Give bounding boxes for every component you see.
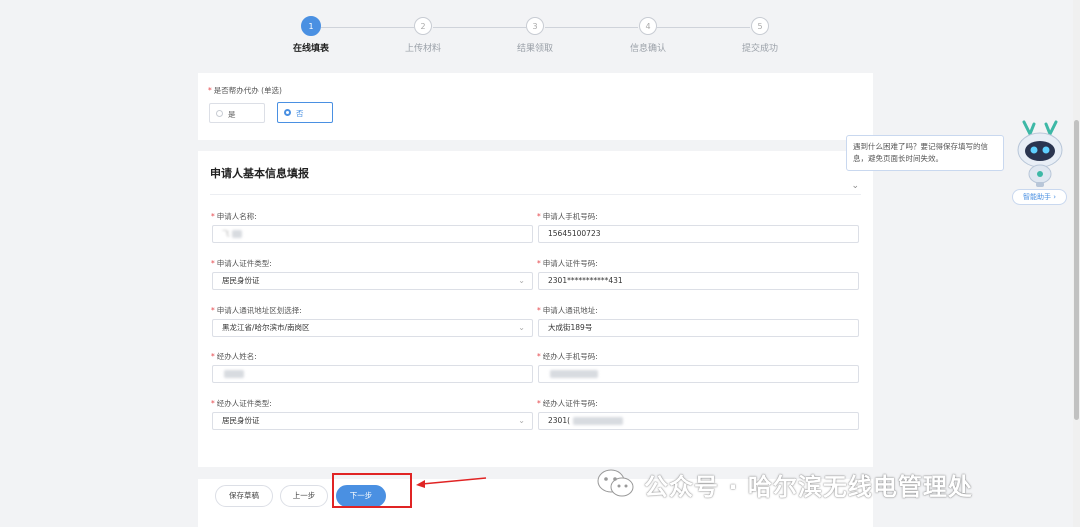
step-number: 4 bbox=[639, 17, 657, 35]
step-1: 1 在线填表 bbox=[266, 16, 356, 54]
step-3: 3 结果领取 bbox=[490, 17, 580, 54]
field-label: * 经办人证件号码: bbox=[537, 399, 598, 408]
step-label: 信息确认 bbox=[629, 44, 666, 54]
field-label: * 申请人名称: bbox=[211, 212, 257, 221]
applicant-info-card: 申请人基本信息填报 ⌄ * 申请人名称: 飞 * 申请人手机号码: 15645100… bbox=[198, 151, 873, 467]
step-number: 3 bbox=[526, 17, 544, 35]
chevron-down-icon[interactable]: ⌄ bbox=[851, 181, 859, 191]
applicant-phone-input[interactable]: 15645100723 bbox=[538, 225, 859, 243]
agent-name-input[interactable] bbox=[212, 365, 533, 383]
step-number: 5 bbox=[751, 17, 769, 35]
applicant-id-number-input[interactable]: 2301***********431 bbox=[538, 272, 859, 290]
step-5: 5 提交成功 bbox=[715, 17, 805, 54]
applicant-region-select[interactable]: 黑龙江省/哈尔滨市/南岗区 ⌄ bbox=[212, 319, 533, 337]
agent-phone-input[interactable] bbox=[538, 365, 859, 383]
step-number: 1 bbox=[301, 16, 321, 36]
watermark-text: 公众号 · 哈尔滨无线电管理处 bbox=[644, 472, 973, 501]
save-draft-button[interactable]: 保存草稿 bbox=[215, 485, 273, 507]
wechat-icon bbox=[597, 469, 634, 497]
step-label: 在线填表 bbox=[292, 44, 329, 54]
field-label: * 申请人通讯地址区划选择: bbox=[211, 306, 302, 315]
field-label: * 经办人手机号码: bbox=[537, 352, 598, 361]
radio-option-yes[interactable]: 是 bbox=[209, 103, 265, 123]
prev-step-button[interactable]: 上一步 bbox=[280, 485, 328, 507]
agent-id-number-input[interactable]: 2301( bbox=[538, 412, 859, 430]
chevron-down-icon: ⌄ bbox=[518, 323, 525, 332]
chevron-right-icon: › bbox=[1053, 193, 1057, 201]
field-label: * 申请人手机号码: bbox=[537, 212, 598, 221]
scrollbar-thumb[interactable] bbox=[1074, 120, 1079, 420]
field-label: * 申请人证件号码: bbox=[537, 259, 598, 268]
page-scrollbar[interactable] bbox=[1073, 0, 1080, 527]
assistant-tip-bubble: 遇到什么困难了吗？要记得保存填写的信息，避免页面长时间失效。 bbox=[846, 135, 1004, 171]
field-label: * 经办人姓名: bbox=[211, 352, 257, 361]
applicant-name-input[interactable]: 飞 bbox=[212, 225, 533, 243]
radio-checked-icon bbox=[284, 109, 291, 116]
robot-assistant-icon[interactable] bbox=[1010, 120, 1070, 188]
step-2: 2 上传材料 bbox=[378, 17, 468, 54]
annotation-highlight-box bbox=[332, 473, 412, 508]
proxy-question-label: * 是否帮办代办 (单选) bbox=[208, 86, 282, 95]
smart-assistant-button[interactable]: 智能助手 › bbox=[1012, 189, 1067, 205]
chevron-down-icon: ⌄ bbox=[518, 416, 525, 425]
step-number: 2 bbox=[414, 17, 432, 35]
proxy-question-card: * 是否帮办代办 (单选) 是 否 bbox=[198, 73, 873, 140]
applicant-id-type-select[interactable]: 居民身份证 ⌄ bbox=[212, 272, 533, 290]
step-label: 提交成功 bbox=[741, 44, 778, 54]
annotation-arrow-icon bbox=[416, 477, 487, 488]
field-label: * 申请人证件类型: bbox=[211, 259, 272, 268]
field-label: * 申请人通讯地址: bbox=[537, 306, 598, 315]
step-4: 4 信息确认 bbox=[603, 17, 693, 54]
wechat-watermark: 公众号 · 哈尔滨无线电管理处 bbox=[596, 466, 973, 502]
divider bbox=[210, 194, 861, 195]
step-label: 上传材料 bbox=[404, 44, 441, 54]
step-label: 结果领取 bbox=[516, 44, 553, 54]
agent-id-type-select[interactable]: 居民身份证 ⌄ bbox=[212, 412, 533, 430]
radio-option-no[interactable]: 否 bbox=[277, 102, 333, 123]
applicant-address-input[interactable]: 大成街189号 bbox=[538, 319, 859, 337]
step-progress: 1 在线填表 2 上传材料 3 结果领取 4 信息确认 5 提交成功 bbox=[0, 0, 1080, 70]
radio-circle-icon bbox=[216, 110, 223, 117]
field-label: * 经办人证件类型: bbox=[211, 399, 272, 408]
chevron-down-icon: ⌄ bbox=[518, 276, 525, 285]
section-title: 申请人基本信息填报 bbox=[210, 167, 309, 180]
